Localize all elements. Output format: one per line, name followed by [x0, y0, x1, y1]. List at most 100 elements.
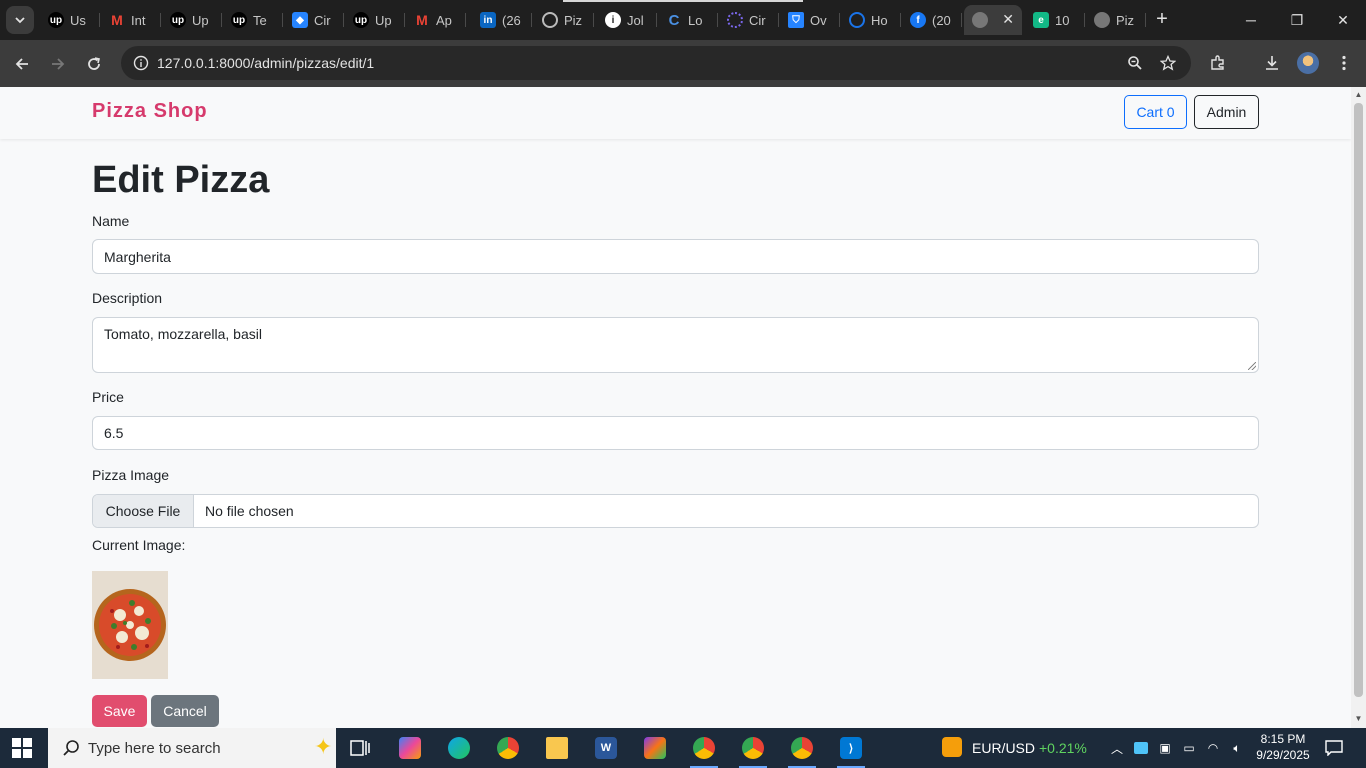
clock-time: 8:15 PM [1260, 732, 1306, 746]
restore-button[interactable]: ❐ [1274, 0, 1320, 40]
browser-tab[interactable]: up Us [40, 5, 100, 35]
system-clock[interactable]: 8:15 PM 9/29/2025 [1252, 731, 1314, 763]
browser-tab[interactable]: Piz [534, 5, 594, 35]
browser-tab[interactable]: Ho [841, 5, 901, 35]
search-icon [63, 740, 79, 756]
profile-avatar[interactable] [1297, 52, 1319, 74]
choose-file-button[interactable]: Choose File [93, 495, 194, 527]
browser-tab[interactable]: ⛉ Ov [780, 5, 840, 35]
description-textarea[interactable]: Tomato, mozzarella, basil [92, 317, 1259, 373]
tab-label: Up [375, 12, 392, 28]
chatgpt-icon [542, 12, 558, 28]
pizza-image-label: Pizza Image [92, 467, 170, 483]
vscode-app-icon[interactable]: ⟩ [831, 733, 871, 768]
browser-tab-active[interactable]: ✕ [964, 5, 1022, 35]
tab-label: Us [70, 12, 86, 28]
current-pizza-image [92, 571, 168, 679]
tab-label: 10 [1055, 12, 1070, 28]
file-status-text: No file chosen [205, 503, 294, 519]
browser-tab[interactable]: f (20 [902, 5, 962, 35]
upwork-icon: up [48, 12, 64, 28]
jira-icon: ◆ [292, 12, 308, 28]
browser-tab[interactable]: C Lo [658, 5, 718, 35]
edge-app-icon[interactable] [439, 733, 479, 763]
browser-tab[interactable]: e 10 [1025, 5, 1085, 35]
tab-loading-indicator [563, 0, 803, 2]
description-text: Tomato, mozzarella, basil [104, 326, 262, 342]
close-tab-icon[interactable]: ✕ [1002, 11, 1014, 28]
cancel-button[interactable]: Cancel [151, 695, 219, 727]
tab-label: Cir [749, 12, 766, 28]
chrome-profile-2-icon[interactable] [733, 733, 773, 768]
browser-tab[interactable]: up Te [223, 5, 283, 35]
teams-app-icon[interactable] [635, 733, 675, 763]
browser-tab[interactable]: Cir [719, 5, 779, 35]
browser-tab[interactable]: i Jol [597, 5, 657, 35]
meet-now-icon[interactable]: ▣ [1157, 740, 1173, 756]
back-button[interactable] [8, 50, 36, 78]
page-scrollbar[interactable]: ▲ ▼ [1351, 87, 1366, 728]
tab-search-button[interactable] [6, 6, 34, 34]
browser-tab[interactable]: up Up [162, 5, 222, 35]
site-info-icon[interactable] [133, 55, 149, 71]
globe-icon [972, 12, 988, 28]
browser-tab[interactable]: M Ap [406, 5, 466, 35]
battery-icon[interactable]: ▭ [1181, 740, 1197, 756]
ticker-symbol[interactable]: EUR/USD [972, 740, 1035, 756]
brand-logo-link[interactable]: Pizza Shop [92, 100, 208, 123]
resize-handle[interactable] [1248, 362, 1256, 370]
zoom-icon[interactable] [1125, 53, 1145, 73]
chrome-app-icon[interactable] [488, 733, 528, 763]
page-viewport: Pizza Shop Cart 0 Admin Edit Pizza Name … [0, 87, 1351, 728]
scroll-thumb[interactable] [1354, 103, 1363, 697]
address-bar[interactable]: 127.0.0.1:8000/admin/pizzas/edit/1 [121, 46, 1191, 80]
word-app-icon[interactable]: W [586, 733, 626, 763]
bookmark-star-icon[interactable] [1158, 53, 1178, 73]
new-tab-button[interactable]: + [1150, 8, 1174, 32]
tab-label: Te [253, 12, 267, 28]
reload-button[interactable] [80, 50, 108, 78]
volume-icon[interactable]: 🔈︎ [1229, 740, 1245, 756]
cart-button[interactable]: Cart 0 [1124, 95, 1187, 129]
chevron-up-icon[interactable]: ︿ [1109, 740, 1125, 756]
ticker-change[interactable]: +0.21% [1039, 740, 1087, 756]
e-icon: e [1033, 12, 1049, 28]
name-label: Name [92, 213, 130, 229]
downloads-icon[interactable] [1260, 51, 1284, 75]
browser-tab[interactable]: ◆ Cir [284, 5, 344, 35]
upwork-icon: up [170, 12, 186, 28]
save-button[interactable]: Save [92, 695, 147, 727]
chrome-profile-1-icon[interactable] [684, 733, 724, 768]
name-input[interactable]: Margherita [92, 239, 1259, 274]
swirl-icon [849, 12, 865, 28]
notification-icon[interactable] [1325, 740, 1343, 756]
chrome-profile-3-icon[interactable] [782, 733, 822, 768]
loom-icon: C [668, 11, 680, 29]
browser-tab[interactable]: up Up [345, 5, 405, 35]
close-window-button[interactable]: ✕ [1320, 0, 1366, 40]
scroll-down-icon[interactable]: ▼ [1354, 714, 1363, 723]
browser-tab[interactable]: Piz [1086, 5, 1146, 35]
file-explorer-icon[interactable] [537, 733, 577, 763]
forward-button[interactable] [44, 50, 72, 78]
info-icon: i [605, 12, 621, 28]
task-view-icon[interactable] [340, 733, 380, 763]
taskbar-search-input[interactable]: Type here to search ✦ [48, 728, 336, 768]
network-app-icon[interactable] [1133, 740, 1149, 756]
url-text[interactable]: 127.0.0.1:8000/admin/pizzas/edit/1 [157, 55, 374, 71]
scroll-up-icon[interactable]: ▲ [1354, 90, 1363, 99]
price-input[interactable]: 6.5 [92, 416, 1259, 450]
linkedin-icon: in [480, 12, 496, 28]
minimize-button[interactable]: ─ [1228, 0, 1274, 40]
image-file-input[interactable]: Choose File No file chosen [92, 494, 1259, 528]
extensions-icon[interactable] [1206, 51, 1230, 75]
browser-tab[interactable]: in (26 [472, 5, 532, 35]
admin-button[interactable]: Admin [1194, 95, 1259, 129]
windows-start-icon[interactable] [12, 738, 32, 758]
browser-tab[interactable]: M Int [101, 5, 161, 35]
ticker-icon [942, 737, 962, 757]
windows-taskbar: Type here to search ✦ W ⟩ EUR/USD +0.21%… [0, 728, 1366, 768]
more-menu-icon[interactable] [1332, 51, 1356, 75]
copilot-app-icon[interactable] [390, 733, 430, 763]
wifi-icon[interactable]: ◠ [1205, 740, 1221, 756]
